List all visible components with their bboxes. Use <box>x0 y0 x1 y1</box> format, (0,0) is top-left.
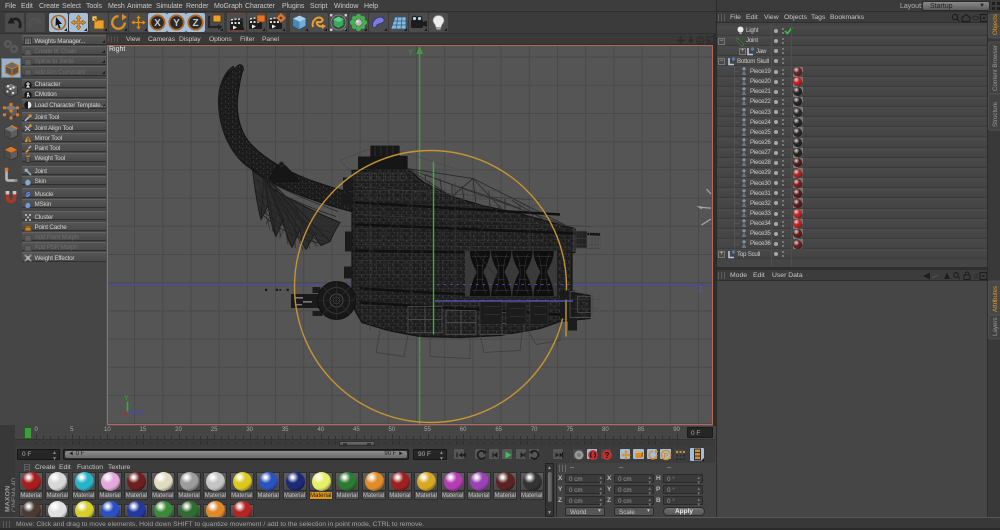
svg-text:Y: Y <box>173 18 180 29</box>
svg-text:X: X <box>154 18 161 29</box>
svg-text:Attributes: Attributes <box>992 286 999 312</box>
svg-text:?: ? <box>604 451 609 460</box>
svg-text:Z: Z <box>192 18 198 29</box>
svg-text:Content Browser: Content Browser <box>992 45 999 91</box>
svg-text:Y: Y <box>408 47 413 56</box>
svg-text:Objects: Objects <box>992 14 999 35</box>
svg-text:Structure: Structure <box>992 101 999 127</box>
svg-text:Y: Y <box>124 395 129 402</box>
svg-text:Layers: Layers <box>992 317 999 336</box>
svg-text:Z: Z <box>140 410 145 417</box>
svg-text:X: X <box>124 410 129 417</box>
svg-text:8: 8 <box>974 274 978 281</box>
svg-text:P: P <box>663 450 668 459</box>
svg-text:Z: Z <box>698 284 703 293</box>
